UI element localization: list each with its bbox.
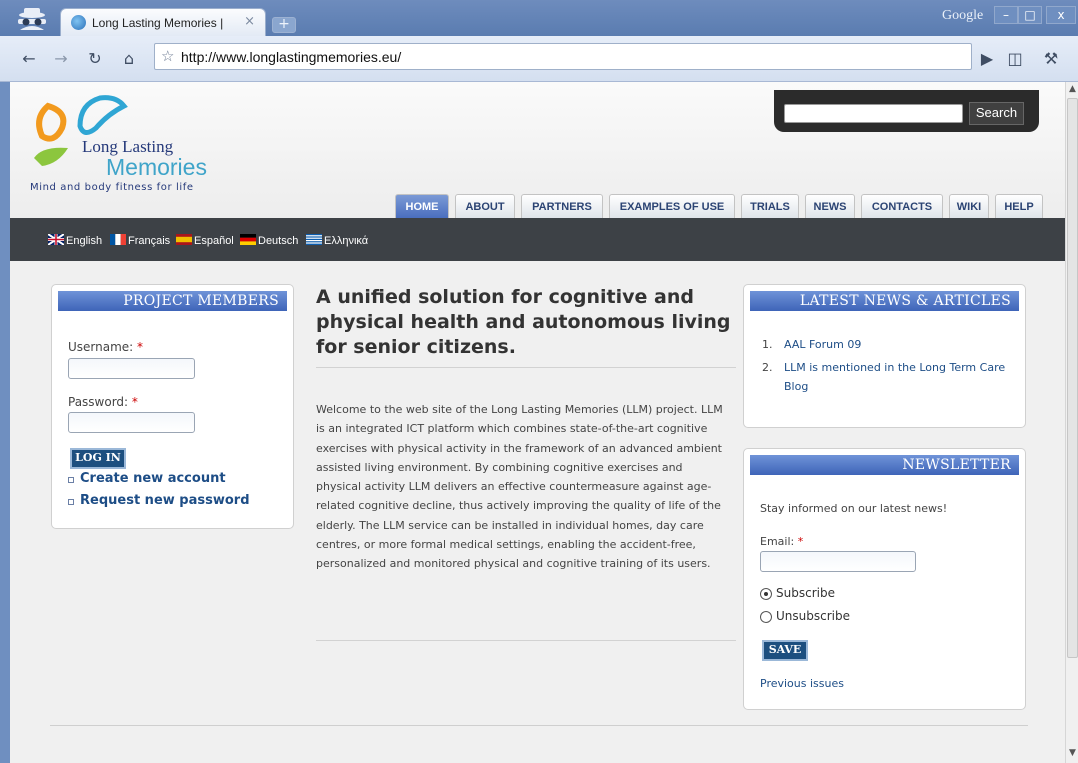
lang-german[interactable]: Deutsch <box>240 234 298 247</box>
news-number: 1. <box>762 338 773 351</box>
address-bar[interactable]: ☆ http://www.longlastingmemories.eu/ <box>154 43 972 70</box>
article-divider <box>316 640 736 641</box>
language-bar: English Français Español Deutsch Ελληνικ… <box>10 218 1065 261</box>
footer-divider <box>50 725 1028 726</box>
browser-titlebar: Long Lasting Memories | × + Google – □ x <box>0 0 1078 36</box>
news-block-title: LATEST NEWS & ARTICLES <box>750 291 1019 311</box>
greece-flag-icon <box>306 234 322 245</box>
news-link[interactable]: AAL Forum 09 <box>784 335 1014 354</box>
search-button[interactable]: Search <box>969 102 1024 125</box>
back-arrow-icon[interactable]: ← <box>18 48 40 70</box>
vertical-scrollbar[interactable]: ▲ ▼ <box>1065 82 1078 763</box>
lang-greek[interactable]: Ελληνικά <box>306 234 368 247</box>
nav-help[interactable]: HELP <box>995 194 1043 218</box>
save-button[interactable]: SAVE <box>762 640 808 661</box>
nav-partners[interactable]: PARTNERS <box>521 194 603 218</box>
lang-label: English <box>66 235 103 247</box>
bullet-icon <box>68 477 74 483</box>
search-input[interactable] <box>784 104 963 123</box>
incognito-icon <box>18 8 46 30</box>
unsubscribe-radio[interactable] <box>760 611 772 623</box>
uk-flag-icon <box>48 234 64 245</box>
create-account-link[interactable]: Create new account <box>80 471 226 486</box>
login-block: PROJECT MEMBERS Username: * Password: * … <box>51 284 294 529</box>
previous-issues-link[interactable]: Previous issues <box>760 677 844 690</box>
lang-label: Français <box>128 235 171 247</box>
site-search: Search <box>774 90 1039 132</box>
page-viewport: Long Lasting Memories Mind and body fitn… <box>10 82 1065 763</box>
nav-news[interactable]: NEWS <box>805 194 855 218</box>
url-text[interactable]: http://www.longlastingmemories.eu/ <box>181 49 401 65</box>
lang-french[interactable]: Français <box>110 234 170 247</box>
nav-wiki[interactable]: WIKI <box>949 194 989 218</box>
lang-label: Ελληνικά <box>324 235 369 247</box>
lang-english[interactable]: English <box>48 234 102 247</box>
nav-trials[interactable]: TRIALS <box>741 194 799 218</box>
play-icon[interactable]: ▶ <box>976 48 998 70</box>
request-password-link[interactable]: Request new password <box>80 493 250 508</box>
newsletter-intro: Stay informed on our latest news! <box>760 502 948 515</box>
tab-title: Long Lasting Memories | <box>92 16 224 30</box>
page-title: A unified solution for cognitive and phy… <box>316 286 731 358</box>
lang-label: Español <box>194 235 234 247</box>
close-window-button[interactable]: x <box>1046 6 1076 24</box>
news-link[interactable]: LLM is mentioned in the Long Term Care B… <box>784 358 1014 396</box>
france-flag-icon <box>110 234 126 245</box>
newsletter-block: NEWSLETTER Stay informed on our latest n… <box>743 448 1026 710</box>
maximize-button[interactable]: □ <box>1018 6 1042 24</box>
nav-about[interactable]: ABOUT <box>455 194 515 218</box>
browser-toolbar: ← → ↻ ⌂ ☆ http://www.longlastingmemories… <box>0 36 1078 82</box>
nav-home[interactable]: HOME <box>395 194 449 218</box>
intro-text: Welcome to the web site of the Long Last… <box>316 403 723 571</box>
scroll-up-icon[interactable]: ▲ <box>1067 84 1078 97</box>
title-divider <box>316 367 736 368</box>
close-tab-icon[interactable]: × <box>244 14 255 29</box>
password-label: Password: * <box>68 395 138 409</box>
nav-examples-of-use[interactable]: EXAMPLES OF USE <box>609 194 735 218</box>
scroll-down-icon[interactable]: ▼ <box>1067 748 1078 761</box>
login-block-title: PROJECT MEMBERS <box>58 291 287 311</box>
lang-label: Deutsch <box>258 235 299 247</box>
email-label: Email: * <box>760 535 804 548</box>
globe-icon <box>71 15 86 30</box>
unsubscribe-label: Unsubscribe <box>776 609 850 623</box>
subscribe-label: Subscribe <box>776 586 835 600</box>
bullet-icon <box>68 499 74 505</box>
spain-flag-icon <box>176 234 192 245</box>
username-label: Username: * <box>68 340 144 354</box>
site-header: Long Lasting Memories Mind and body fitn… <box>10 82 1065 218</box>
reload-icon[interactable]: ↻ <box>84 48 106 70</box>
germany-flag-icon <box>240 234 256 245</box>
bookmark-star-icon[interactable]: ☆ <box>161 47 174 65</box>
browser-tab[interactable]: Long Lasting Memories | × <box>60 8 266 36</box>
home-icon[interactable]: ⌂ <box>118 48 140 70</box>
forward-arrow-icon[interactable]: → <box>50 48 72 70</box>
subscribe-radio[interactable] <box>760 588 772 600</box>
password-input[interactable] <box>68 412 195 433</box>
wrench-icon[interactable]: ⚒ <box>1040 48 1062 70</box>
nav-contacts[interactable]: CONTACTS <box>861 194 943 218</box>
login-button[interactable]: LOG IN <box>70 448 126 469</box>
logo-name-line2: Memories <box>106 154 207 180</box>
scrollbar-thumb[interactable] <box>1067 98 1078 658</box>
news-block: LATEST NEWS & ARTICLES 1. AAL Forum 09 2… <box>743 284 1026 428</box>
lang-spanish[interactable]: Español <box>176 234 234 247</box>
news-number: 2. <box>762 361 773 374</box>
newsletter-block-title: NEWSLETTER <box>750 455 1019 475</box>
page-menu-icon[interactable]: ◫ <box>1004 48 1026 70</box>
logo-tagline: Mind and body fitness for life <box>30 182 194 193</box>
search-engine-label: Google <box>942 8 984 23</box>
email-input[interactable] <box>760 551 916 572</box>
new-tab-button[interactable]: + <box>272 17 296 33</box>
username-input[interactable] <box>68 358 195 379</box>
minimize-button[interactable]: – <box>994 6 1018 24</box>
